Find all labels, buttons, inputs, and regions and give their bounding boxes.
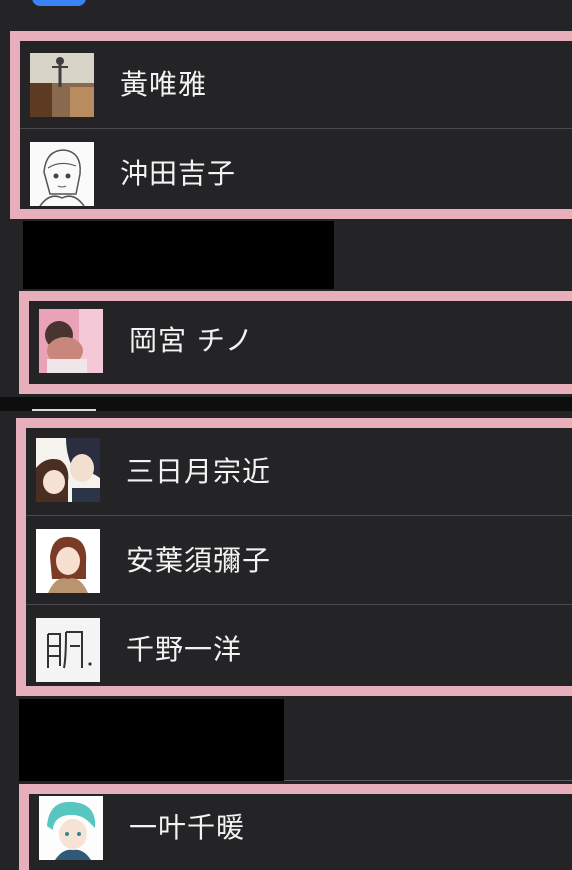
contact-list-screen: 黃唯雅 沖田吉子 岡宮 チノ 三日月宗近 安葉須彌子 千野一洋 一叶千暖 — [0, 0, 572, 870]
contact-name: 安葉須彌子 — [126, 544, 272, 577]
contact-name: 沖田吉子 — [120, 157, 237, 190]
contact-row[interactable]: 一叶千暖 — [29, 794, 572, 870]
pink-photo-icon — [39, 309, 103, 373]
highlight-group-3: 三日月宗近 安葉須彌子 千野一洋 — [16, 418, 572, 696]
highlight-group-1: 黃唯雅 沖田吉子 — [10, 31, 572, 219]
avatar — [30, 142, 94, 206]
avatar — [36, 618, 100, 682]
anime-girl-sketch-icon — [30, 142, 94, 206]
avatar — [30, 53, 94, 117]
section-separator — [0, 397, 572, 411]
contact-row[interactable]: 沖田吉子 — [20, 130, 572, 209]
top-action-button[interactable] — [32, 0, 86, 6]
room-photo-icon — [30, 53, 94, 117]
highlight-group-4: 一叶千暖 — [19, 784, 572, 870]
highlight-group-2: 岡宮 チノ — [19, 291, 572, 394]
contact-row[interactable]: 安葉須彌子 — [26, 517, 572, 605]
anime-boy-teal-icon — [39, 796, 103, 860]
contact-row[interactable]: 三日月宗近 — [26, 428, 572, 516]
anime-couple-icon — [36, 438, 100, 502]
contact-name: 千野一洋 — [126, 633, 243, 666]
avatar — [39, 796, 103, 860]
contact-name: 黃唯雅 — [120, 68, 208, 101]
avatar — [36, 529, 100, 593]
contact-name: 一叶千暖 — [129, 811, 246, 844]
handwriting-icon — [36, 618, 100, 682]
avatar — [39, 309, 103, 373]
redacted-block — [19, 699, 284, 781]
divider-line — [284, 780, 572, 781]
contact-row[interactable]: 黃唯雅 — [20, 41, 572, 129]
contact-row[interactable]: 千野一洋 — [26, 606, 572, 686]
separator-mark — [32, 409, 96, 411]
contact-row[interactable]: 岡宮 チノ — [29, 301, 572, 384]
anime-girl-brown-icon — [36, 529, 100, 593]
avatar — [36, 438, 100, 502]
contact-name: 三日月宗近 — [126, 455, 272, 488]
redacted-block — [23, 221, 334, 289]
contact-name: 岡宮 チノ — [129, 324, 255, 357]
